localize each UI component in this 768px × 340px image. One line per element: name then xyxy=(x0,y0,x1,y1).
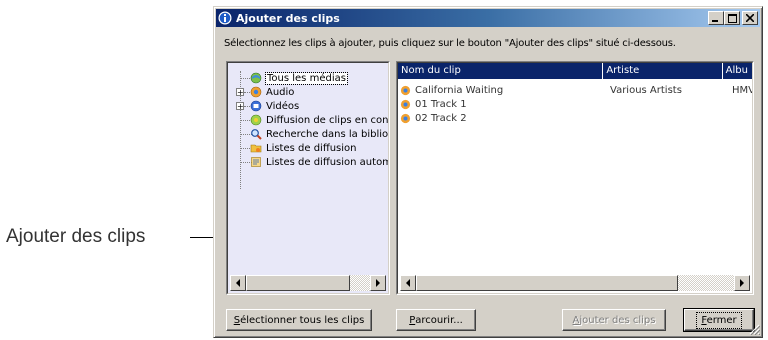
tree-item-label: Vidéos xyxy=(266,100,300,112)
media-globe-icon xyxy=(250,72,262,84)
list-row[interactable]: California Waiting Various Artists HMV xyxy=(400,83,753,97)
callout-label: Ajouter des clips xyxy=(6,226,146,247)
scroll-right-button[interactable] xyxy=(734,275,750,291)
column-header-album[interactable]: Albu xyxy=(723,63,752,79)
instruction-text: Sélectionnez les clips à ajouter, puis c… xyxy=(224,38,676,49)
resize-grip-icon[interactable] xyxy=(748,323,760,335)
minimize-icon xyxy=(712,20,718,22)
stream-icon xyxy=(250,114,262,126)
audio-clip-icon xyxy=(400,85,411,95)
info-icon xyxy=(218,11,232,25)
button-label: arcourir... xyxy=(415,314,463,326)
tree-item-library-search[interactable]: Recherche dans la bibliot xyxy=(250,127,389,141)
button-label: électionner tous les clips xyxy=(240,314,365,326)
tree-item-label: Listes de diffusion automa xyxy=(266,156,389,168)
scroll-left-button[interactable] xyxy=(400,275,416,291)
close-icon xyxy=(746,14,754,22)
tree-item-label: Diffusion de clips en cont xyxy=(266,114,389,126)
audio-clip-icon xyxy=(400,113,411,123)
audio-clip-icon xyxy=(400,99,411,109)
scroll-right-button[interactable] xyxy=(370,275,386,291)
expand-toggle[interactable]: + xyxy=(236,102,244,111)
tree-item-label: Tous les médias xyxy=(265,71,348,85)
add-clips-button[interactable]: Ajouter des clips xyxy=(562,309,666,331)
select-all-clips-button[interactable]: Sélectionner tous les clips xyxy=(226,309,372,331)
minimize-button[interactable] xyxy=(708,11,724,25)
tree-item-all-media[interactable]: Tous les médias xyxy=(250,71,348,85)
scroll-left-button[interactable] xyxy=(230,275,246,291)
button-label: ermer xyxy=(706,314,737,326)
tree-item-streaming[interactable]: Diffusion de clips en cont xyxy=(250,113,389,127)
tree-item-label: Listes de diffusion xyxy=(266,142,357,154)
clip-album: HMV xyxy=(732,84,753,96)
tree-item-auto-playlists[interactable]: Listes de diffusion automa xyxy=(250,155,389,169)
auto-playlist-icon xyxy=(251,157,261,167)
clip-name: California Waiting xyxy=(415,84,504,96)
list-row[interactable]: 01 Track 1 xyxy=(400,97,750,111)
scroll-thumb[interactable] xyxy=(416,275,678,291)
tree-item-playlists[interactable]: Listes de diffusion xyxy=(250,141,357,155)
audio-icon xyxy=(250,86,262,98)
tree-item-audio[interactable]: Audio xyxy=(250,85,294,99)
arrow-left-icon xyxy=(406,279,410,287)
search-icon xyxy=(251,129,262,140)
close-button[interactable] xyxy=(742,11,758,25)
column-header-name[interactable]: Nom du clip xyxy=(398,63,604,79)
playlist-folder-icon xyxy=(250,144,262,153)
expand-toggle[interactable]: + xyxy=(236,88,244,97)
column-header-artist[interactable]: Artiste xyxy=(603,63,723,79)
maximize-icon xyxy=(727,13,737,23)
clip-name: 02 Track 2 xyxy=(415,112,467,124)
title-bar[interactable]: Ajouter des clips xyxy=(216,9,760,27)
clip-name: 01 Track 1 xyxy=(415,98,467,110)
button-label: jouter des clips xyxy=(579,314,656,326)
clip-list[interactable]: Nom du clip Artiste Albu California Wait… xyxy=(396,61,754,295)
library-tree[interactable]: Tous les médias + Audio + Vidéos Diffusi… xyxy=(226,61,390,295)
list-header: Nom du clip Artiste Albu xyxy=(398,63,752,79)
clip-artist: Various Artists xyxy=(610,84,682,96)
tree-item-videos[interactable]: Vidéos xyxy=(250,99,299,113)
tree-item-label: Recherche dans la bibliot xyxy=(266,128,389,140)
list-hscrollbar[interactable] xyxy=(400,275,750,291)
scroll-thumb[interactable] xyxy=(246,275,350,291)
maximize-button[interactable] xyxy=(724,11,740,25)
tree-hscrollbar[interactable] xyxy=(230,275,386,291)
add-clips-dialog: Ajouter des clips Sélectionnez les clips… xyxy=(213,6,763,338)
arrow-right-icon xyxy=(376,279,380,287)
arrow-right-icon xyxy=(740,279,744,287)
list-row[interactable]: 02 Track 2 xyxy=(400,111,750,125)
tree-item-label: Audio xyxy=(266,86,295,98)
video-icon xyxy=(250,100,262,112)
window-title: Ajouter des clips xyxy=(236,11,340,25)
arrow-left-icon xyxy=(236,279,240,287)
close-dialog-button[interactable]: Fermer xyxy=(683,308,755,332)
browse-button[interactable]: Parcourir... xyxy=(396,309,476,331)
